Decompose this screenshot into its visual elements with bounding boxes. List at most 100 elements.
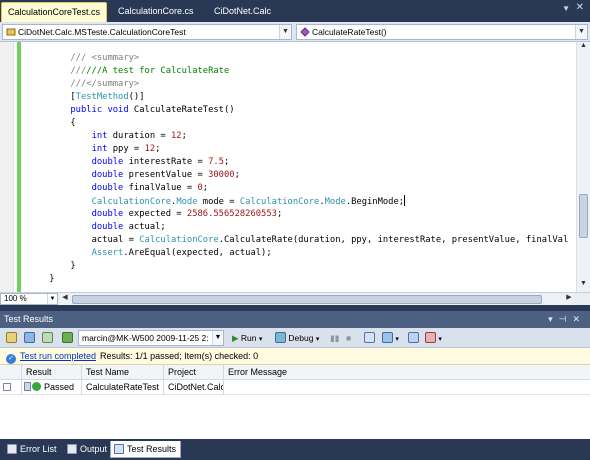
code-line: /// <summary> — [70, 53, 140, 63]
test-run-completed-link[interactable]: Test run completed — [20, 351, 96, 361]
test-results-icon — [114, 444, 124, 454]
code-line: double actual; — [91, 222, 166, 232]
code-line: double interestRate = 7.5; — [91, 157, 230, 167]
code-line: double presentValue = 30000; — [91, 170, 240, 180]
editor-bottom-bar: 100 % ▼ ◀ ▶ — [0, 292, 590, 305]
close-icon[interactable]: ✕ — [576, 2, 584, 13]
table-row[interactable]: Passed CalculateRateTest CiDotNet.Calc. — [0, 380, 590, 395]
passed-icon — [32, 382, 41, 391]
test-run-icon[interactable] — [62, 331, 73, 345]
code-line: { — [70, 118, 76, 128]
dropdown-icon[interactable]: ▾ — [548, 314, 559, 324]
code-line: int duration = 12; — [91, 131, 187, 141]
chevron-down-icon[interactable]: ▼ — [212, 331, 223, 345]
tab-error-list[interactable]: Error List — [4, 441, 61, 458]
code-line: Assert.AreEqual(expected, actual); — [91, 248, 272, 258]
member-combo[interactable]: CalculateRateTest() ▼ — [296, 24, 588, 40]
test-results-toolbar: marcin@MK-W500 2009-11-25 2: ▼ ▶ Run ▾ D… — [0, 328, 590, 348]
checkbox[interactable] — [3, 383, 11, 391]
method-icon — [300, 27, 310, 37]
close-icon[interactable]: ✕ — [572, 314, 586, 324]
class-combo[interactable]: CiDotNet.Calc.MSTeste.CalculationCoreTes… — [2, 24, 292, 40]
column-project[interactable]: Project — [164, 365, 224, 380]
results-summary: Results: 1/1 passed; Item(s) checked: 0 — [100, 351, 259, 361]
indicator-margin[interactable] — [0, 42, 14, 292]
run-button[interactable]: ▶ Run ▾ — [232, 331, 262, 345]
code-line: int ppy = 12; — [91, 144, 161, 154]
column-error-message[interactable]: Error Message — [224, 365, 590, 380]
tab-calculationcoretest[interactable]: CalculationCoreTest.cs — [1, 2, 108, 22]
export-icon[interactable]: ▾ — [382, 331, 399, 345]
chevron-down-icon[interactable]: ▼ — [47, 294, 57, 304]
navigation-bar: CiDotNet.Calc.MSTeste.CalculationCoreTes… — [0, 22, 590, 42]
row-result: Passed — [22, 380, 82, 395]
test-run-status: ✓ Test run completed Results: 1/1 passed; … — [0, 348, 590, 365]
publish-icon[interactable] — [408, 331, 419, 345]
row-error-message — [224, 380, 590, 395]
results-icon[interactable]: ▾ — [425, 331, 442, 345]
zoom-combo[interactable]: 100 % ▼ — [0, 293, 58, 305]
tab-test-results[interactable]: Test Results — [110, 441, 182, 458]
code-line: public void CalculateRateTest() — [70, 105, 235, 115]
code-line: } — [49, 274, 55, 284]
code-area[interactable]: /// <summary> //////A test for Calculate… — [28, 52, 576, 288]
code-line: actual = CalculationCore.CalculateRate(d… — [91, 235, 569, 245]
zoom-value: 100 % — [4, 294, 27, 303]
scroll-up-icon[interactable]: ▲ — [577, 42, 590, 54]
row-checkbox[interactable] — [0, 380, 22, 395]
column-result[interactable]: Result — [22, 365, 82, 380]
class-icon — [6, 27, 16, 37]
scroll-left-icon[interactable]: ◀ — [60, 293, 70, 301]
row-test-name: CalculateRateTest — [82, 380, 164, 395]
scroll-down-icon[interactable]: ▼ — [577, 280, 590, 292]
code-line: [TestMethod()] — [70, 92, 145, 102]
output-icon — [67, 444, 77, 454]
import-icon[interactable] — [364, 331, 375, 345]
text-caret — [404, 195, 406, 206]
code-line: CalculationCore.Mode mode = CalculationC… — [91, 195, 406, 207]
tab-calculationcore[interactable]: CalculationCore.cs — [112, 2, 200, 22]
run-icon: ▶ — [232, 333, 239, 343]
tool-window-title: Test Results — [4, 314, 54, 324]
header-select[interactable] — [0, 365, 22, 380]
group-icon[interactable] — [24, 331, 35, 345]
debug-icon — [275, 332, 286, 343]
class-combo-value: CiDotNet.Calc.MSTeste.CalculationCoreTes… — [18, 27, 186, 37]
scroll-thumb[interactable] — [72, 295, 542, 304]
chevron-down-icon[interactable]: ▼ — [575, 25, 587, 39]
row-project: CiDotNet.Calc. — [164, 380, 224, 395]
change-tracking-bar — [17, 42, 21, 292]
test-results-grid: Result Test Name Project Error Message P… — [0, 365, 590, 439]
grid-header: Result Test Name Project Error Message — [0, 365, 590, 380]
test-file-icon — [24, 382, 31, 391]
horizontal-scrollbar[interactable]: ◀ ▶ — [60, 294, 574, 305]
test-results-title-bar: Test Results ▾⊣✕ — [0, 311, 590, 328]
code-line: //////A test for CalculateRate — [70, 66, 230, 76]
code-line: } — [70, 261, 76, 271]
pin-icon[interactable]: ⊣ — [559, 314, 573, 324]
chevron-down-icon[interactable]: ▼ — [279, 25, 291, 39]
test-run-combo-value: marcin@MK-W500 2009-11-25 2: — [82, 333, 209, 343]
debug-button[interactable]: Debug ▾ — [275, 331, 319, 345]
list-view-icon[interactable] — [6, 331, 17, 345]
pause-icon[interactable]: ▮▮ — [330, 331, 339, 345]
member-combo-value: CalculateRateTest() — [312, 27, 387, 37]
stop-icon[interactable]: ■ — [346, 331, 351, 345]
tab-output[interactable]: Output — [64, 441, 111, 458]
column-test-name[interactable]: Test Name — [82, 365, 164, 380]
error-list-icon — [7, 444, 17, 454]
tab-list-dropdown-icon[interactable]: ▼ — [562, 4, 570, 13]
code-line: ///</summary> — [70, 79, 140, 89]
test-run-combo[interactable]: marcin@MK-W500 2009-11-25 2: ▼ — [78, 330, 224, 346]
tab-cidotnet-calc[interactable]: CiDotNet.Calc — [208, 2, 277, 22]
document-tab-strip: CalculationCoreTest.cs CalculationCore.c… — [0, 0, 590, 22]
code-editor[interactable]: /// <summary> //////A test for Calculate… — [0, 42, 590, 292]
columns-icon[interactable] — [42, 331, 53, 345]
code-line: double finalValue = 0; — [91, 183, 209, 193]
info-icon: ✓ — [6, 354, 16, 364]
scroll-thumb[interactable] — [579, 194, 588, 238]
code-line: double expected = 2586.556528260553; — [91, 209, 283, 219]
tool-window-tabs: Error List Output Test Results — [0, 439, 590, 460]
vertical-scrollbar[interactable]: ▲ ▼ — [576, 42, 590, 292]
scroll-right-icon[interactable]: ▶ — [564, 293, 574, 301]
